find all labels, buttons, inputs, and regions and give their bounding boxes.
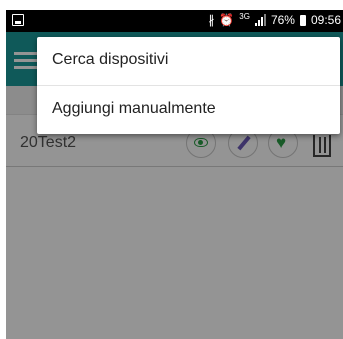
menu-item-label: Aggiungi manualmente — [52, 100, 216, 117]
signal-icon — [254, 14, 266, 26]
battery-percent: 76% — [270, 13, 295, 27]
status-bar: ∦ ⏰ 3G 76% 09:56 — [6, 10, 343, 32]
menu-item-search-devices[interactable]: Cerca dispositivi — [37, 37, 340, 85]
network-type: 3G — [239, 12, 250, 21]
app-screen: ∦ ⏰ 3G 76% 09:56 20Test2 ♥ Cerca disposi… — [6, 10, 343, 339]
battery-icon — [299, 14, 306, 26]
image-notification-icon — [12, 14, 24, 26]
overflow-menu: Cerca dispositivi Aggiungi manualmente — [37, 37, 340, 134]
menu-item-add-manually[interactable]: Aggiungi manualmente — [37, 86, 340, 134]
bluetooth-icon: ∦ — [208, 13, 215, 27]
alarm-icon: ⏰ — [219, 13, 235, 27]
clock: 09:56 — [310, 13, 341, 27]
menu-item-label: Cerca dispositivi — [52, 51, 169, 68]
